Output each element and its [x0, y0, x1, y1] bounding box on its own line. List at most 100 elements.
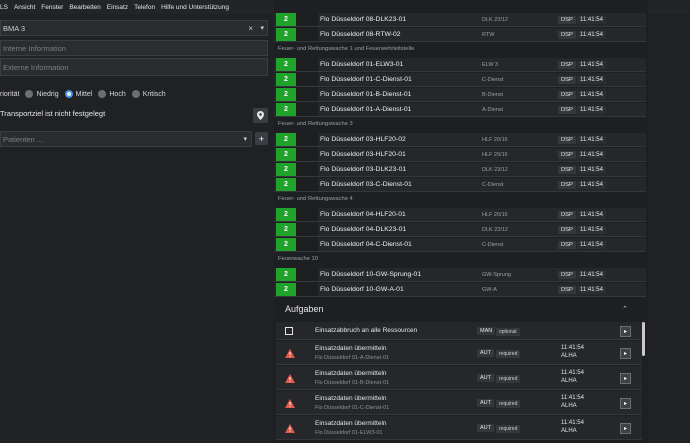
menu-item-fenster[interactable]: Fenster [41, 4, 63, 11]
task-row[interactable]: Einsatzabbruch an alle Ressourcen MAN opti… [276, 322, 642, 340]
resource-time: 11:41:54 [577, 15, 606, 24]
task-open-button[interactable]: ▸ [620, 325, 631, 337]
task-open-button[interactable]: ▸ [620, 397, 631, 409]
task-time: 11:41:54 [561, 345, 584, 351]
resource-row[interactable]: 2 Flo Düsseldorf 03-HLF20-02 HLF 20/16 DSP 1… [274, 133, 646, 147]
menu-item-telefon[interactable]: Telefon [134, 4, 155, 11]
clear-icon[interactable]: × [248, 24, 253, 33]
task-open-button[interactable]: ▸ [620, 422, 631, 434]
vehicle-icon-cell [296, 133, 318, 146]
arrow-right-icon: ▸ [623, 400, 627, 407]
menu-item-ansicht[interactable]: Ansicht [14, 4, 35, 11]
dsp-badge: DSP [558, 225, 576, 234]
resource-type: C-Dienst [482, 241, 504, 248]
dsp-badge: DSP [558, 135, 576, 144]
resource-name: Flo Düsseldorf 03-C-Dienst-01 [320, 181, 412, 188]
resource-row[interactable]: 2 Flo Düsseldorf 10-GW-Sprung-01 GW-Sprung… [274, 268, 646, 282]
resource-name: Flo Düsseldorf 01-A-Dienst-01 [320, 106, 412, 113]
resource-name: Flo Düsseldorf 08-RTW-02 [320, 31, 401, 38]
task-title: Einsatzdaten übermitteln [315, 345, 387, 352]
resource-row[interactable]: 2 Flo Düsseldorf 04-C-Dienst-01 C-Dienst DS… [274, 238, 646, 252]
resource-row[interactable]: 2 Flo Düsseldorf 08-RTW-02 RTW DSP 11:41:54 [274, 28, 646, 42]
incident-form-panel: BMA 3 × ▾ Interne Information Externe In… [0, 14, 272, 443]
task-requirement-badge: required [496, 399, 521, 408]
tasks-header[interactable]: Aufgaben ⌃ [274, 297, 646, 321]
task-time: 11:41:54 [561, 420, 584, 426]
resource-name: Flo Düsseldorf 01-B-Dienst-01 [320, 91, 412, 98]
task-row[interactable]: Einsatzdaten übermitteln Flo Düsseldorf 0… [276, 341, 642, 365]
vehicle-icon-cell [296, 223, 318, 236]
menu-item-bearbeiten[interactable]: Bearbeiten [69, 4, 100, 11]
internal-info-field[interactable]: Interne Information [0, 40, 268, 56]
add-patient-button[interactable]: + [255, 132, 268, 145]
resource-row[interactable]: 2 Flo Düsseldorf 08-DLK23-01 DLK 23/12 DSP 1… [274, 13, 646, 27]
task-open-button[interactable]: ▸ [620, 347, 631, 359]
resource-row[interactable]: 2 Flo Düsseldorf 03-HLF20-01 HLF 20/16 DSP 1… [274, 148, 646, 162]
resource-row[interactable]: 2 Flo Düsseldorf 01-ELW3-01 ELW 3 DSP 11:41:… [274, 58, 646, 72]
checkbox-icon[interactable] [285, 327, 293, 335]
task-mode-badge: AUT [477, 373, 494, 382]
resource-time: 11:41:54 [577, 30, 606, 39]
resource-time: 11:41:54 [577, 75, 606, 84]
resource-time: 11:41:54 [577, 225, 606, 234]
task-subtitle: Flo Düsseldorf 01-B-Dienst-01 [315, 380, 389, 386]
status-badge: 2 [276, 238, 296, 251]
resource-name: Flo Düsseldorf 03-HLF20-02 [320, 136, 406, 143]
status-badge: 2 [276, 148, 296, 161]
keyword-select[interactable]: BMA 3 × ▾ [0, 20, 268, 36]
task-subtitle: Flo Düsseldorf 01-ELW3-01 [315, 430, 383, 436]
resource-row[interactable]: 2 Flo Düsseldorf 10-GW-A-01 GW-A DSP 11:41:5… [274, 283, 646, 297]
menu-item-einsatz[interactable]: Einsatz [107, 4, 128, 11]
transport-target-text: Transportziel ist nicht festgelegt [0, 109, 106, 118]
dsp-badge: DSP [558, 285, 576, 294]
resource-type: HLF 20/16 [482, 136, 508, 143]
status-badge: 2 [276, 178, 296, 191]
task-open-button[interactable]: ▸ [620, 372, 631, 384]
priority-row: riorität Niedrig Mittel Hoch Kritisch [0, 87, 166, 101]
task-row[interactable]: Einsatzdaten übermitteln Flo Düsseldorf 0… [276, 391, 642, 415]
resource-time: 11:41:54 [577, 105, 606, 114]
chevron-down-icon[interactable]: ▾ [260, 24, 264, 32]
resource-time: 11:41:54 [577, 60, 606, 69]
resource-time: 11:41:54 [577, 90, 606, 99]
warning-icon [285, 348, 295, 358]
priority-radio-niedrig[interactable] [25, 90, 34, 98]
chevron-down-icon[interactable]: ▾ [243, 135, 247, 143]
resource-row[interactable]: 2 Flo Düsseldorf 03-C-Dienst-01 C-Dienst DS… [274, 178, 646, 192]
resource-name: Flo Düsseldorf 10-GW-A-01 [320, 286, 404, 293]
resource-name: Flo Düsseldorf 03-HLF20-01 [320, 151, 406, 158]
resource-type: RTW [482, 31, 495, 38]
task-requirement-badge: required [496, 374, 521, 383]
resource-row[interactable]: 2 Flo Düsseldorf 01-C-Dienst-01 C-Dienst DS… [274, 73, 646, 87]
resource-row[interactable]: 2 Flo Düsseldorf 01-B-Dienst-01 B-Dienst DS… [274, 88, 646, 102]
resource-name: Flo Düsseldorf 04-DLK23-01 [320, 226, 407, 233]
priority-radio-mittel[interactable] [64, 90, 73, 98]
vehicle-icon-cell [296, 103, 318, 116]
resource-row[interactable]: 2 Flo Düsseldorf 03-DLK23-01 DLK 23/12 DSP 1… [274, 163, 646, 177]
task-row[interactable]: Einsatzdaten übermitteln Flo Düsseldorf 0… [276, 416, 642, 440]
status-badge: 2 [276, 223, 296, 236]
menu-item-ls[interactable]: LS [0, 4, 8, 11]
resource-type: DLK 23/12 [482, 16, 508, 23]
resource-row[interactable]: 2 Flo Düsseldorf 01-A-Dienst-01 A-Dienst DS… [274, 103, 646, 117]
warning-icon [285, 398, 295, 408]
resource-row[interactable]: 2 Flo Düsseldorf 04-HLF20-01 HLF 20/16 DSP 1… [274, 208, 646, 222]
task-title: Einsatzdaten übermitteln [315, 395, 387, 402]
patients-select[interactable]: Patienten ... ▾ [0, 131, 252, 147]
vehicle-icon-cell [296, 268, 318, 281]
location-pin-button[interactable] [253, 108, 268, 123]
priority-radio-kritisch[interactable] [131, 90, 140, 98]
vehicle-icon-cell [296, 148, 318, 161]
external-info-field[interactable]: Externe Information [0, 58, 268, 76]
dsp-badge: DSP [558, 75, 576, 84]
resource-row[interactable]: 2 Flo Düsseldorf 04-DLK23-01 DLK 23/12 DSP 1… [274, 223, 646, 237]
tasks-scrollbar[interactable] [642, 322, 645, 356]
resource-type: GW-Sprung [482, 271, 511, 278]
task-requirement-badge: required [496, 424, 521, 433]
status-badge: 2 [276, 103, 296, 116]
task-row[interactable]: Einsatzdaten übermitteln Flo Düsseldorf 0… [276, 366, 642, 390]
task-requirement-badge: required [496, 349, 521, 358]
chevron-up-icon[interactable]: ⌃ [622, 305, 628, 313]
priority-radio-hoch[interactable] [98, 90, 107, 98]
menu-item-hilfe[interactable]: Hilfe und Unterstützung [161, 4, 229, 11]
